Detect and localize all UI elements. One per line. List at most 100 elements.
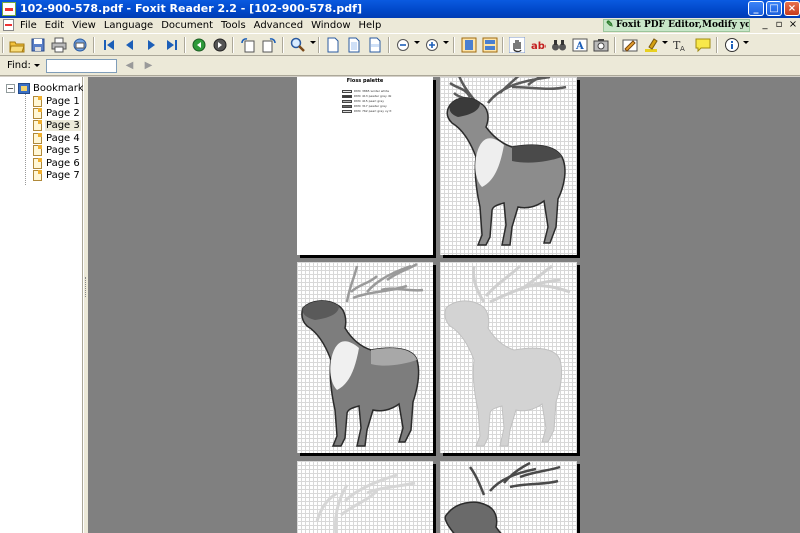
bookmarks-book-icon — [18, 82, 30, 94]
zoom-dropdown-arrow[interactable] — [310, 41, 316, 44]
toolbar-separator — [453, 37, 455, 53]
find-previous-button[interactable]: ◀ — [122, 59, 137, 73]
save-icon[interactable] — [30, 37, 46, 53]
highlight-icon[interactable] — [643, 37, 659, 53]
find-bar: Find: ◀ ▶ — [0, 56, 800, 76]
toolbar-separator — [232, 37, 234, 53]
find-input[interactable] — [46, 59, 117, 73]
hand-tool-icon[interactable] — [509, 37, 525, 53]
page-thumbnail-deer-full[interactable] — [440, 77, 577, 255]
palette-swatch — [342, 109, 352, 113]
deer-pattern-tones — [301, 262, 424, 447]
collapse-toggle[interactable]: − — [6, 83, 15, 93]
menu-tools[interactable]: Tools — [217, 18, 250, 33]
rotate-right-icon[interactable] — [261, 37, 277, 53]
next-page-icon[interactable] — [143, 37, 159, 53]
document-view[interactable]: Floss palette DMC 3865 winter white DMC 4… — [88, 77, 800, 533]
bookmark-item[interactable]: Page 3 — [33, 120, 81, 132]
toolbar-separator — [388, 37, 390, 53]
fit-page-icon[interactable] — [346, 37, 362, 53]
menu-window[interactable]: Window — [307, 18, 354, 33]
pen-icon[interactable] — [622, 37, 638, 53]
bookmark-item[interactable]: Page 7 — [33, 169, 81, 181]
menu-edit[interactable]: Edit — [41, 18, 68, 33]
find-label: Find: — [7, 60, 31, 71]
tree-connector-line — [25, 94, 26, 185]
find-options-dropdown[interactable] — [34, 64, 40, 67]
deer-head-pattern — [444, 461, 561, 533]
bookmark-item[interactable]: Page 5 — [33, 145, 81, 157]
palette-entry: DMC 3865 winter white — [342, 89, 391, 93]
first-page-icon[interactable] — [101, 37, 117, 53]
toolbar-separator — [614, 37, 616, 53]
doc-close-button[interactable]: × — [786, 18, 800, 33]
bookmarks-root[interactable]: − Bookmarks — [6, 82, 89, 94]
doc-minimize-button[interactable]: _ — [758, 18, 772, 33]
palette-entry: DMC 762 pearl gray vy lt — [342, 109, 391, 113]
palette-entry: DMC 413 pewter gray dk — [342, 94, 391, 98]
bookmark-page-icon — [33, 107, 42, 119]
menu-items: File Edit View Language Document Tools Advance… — [16, 18, 385, 33]
zoom-icon[interactable] — [290, 37, 306, 53]
open-icon[interactable] — [9, 37, 25, 53]
email-icon[interactable] — [72, 37, 88, 53]
svg-text:A: A — [680, 45, 685, 53]
close-button[interactable]: × — [784, 1, 800, 16]
doc-restore-button[interactable]: ▫ — [772, 18, 786, 33]
menu-view[interactable]: View — [68, 18, 100, 33]
zoom-in-icon[interactable] — [424, 37, 440, 53]
bookmark-item[interactable]: Page 2 — [33, 107, 81, 119]
find-icon[interactable] — [551, 37, 567, 53]
rotate-left-icon[interactable] — [240, 37, 256, 53]
palette-swatch — [342, 99, 352, 103]
fit-width-icon[interactable] — [367, 37, 383, 53]
text-markup-icon[interactable]: TA — [672, 37, 688, 53]
menu-help[interactable]: Help — [355, 18, 386, 33]
menu-advanced[interactable]: Advanced — [250, 18, 307, 33]
zoom-out-dropdown-arrow[interactable] — [414, 41, 420, 44]
bookmark-item[interactable]: Page 6 — [33, 157, 81, 169]
minimize-button[interactable]: _ — [748, 1, 764, 16]
palette-entry-text: DMC 413 pewter gray dk — [354, 94, 392, 98]
single-page-icon[interactable] — [461, 37, 477, 53]
previous-page-icon[interactable] — [122, 37, 138, 53]
zoom-out-icon[interactable] — [395, 37, 411, 53]
typewriter-icon[interactable]: A — [572, 37, 588, 53]
bookmark-label: Page 3 — [45, 120, 81, 132]
note-icon[interactable] — [695, 37, 711, 53]
zoom-in-dropdown-arrow[interactable] — [443, 41, 449, 44]
page-thumbnail-deer-tones[interactable] — [297, 262, 433, 453]
info-icon[interactable] — [724, 37, 740, 53]
snapshot-icon[interactable] — [593, 37, 609, 53]
go-back-icon[interactable] — [191, 37, 207, 53]
foxit-editor-ad[interactable]: Foxit PDF Editor,Modify your PDF! — [603, 19, 750, 32]
menu-document[interactable]: Document — [157, 18, 217, 33]
info-dropdown-arrow[interactable] — [743, 41, 749, 44]
bookmark-item[interactable]: Page 1 — [33, 95, 81, 107]
foxit-app-icon[interactable] — [2, 2, 16, 16]
bookmark-item[interactable]: Page 4 — [33, 132, 81, 144]
bookmarks-root-label: Bookmarks — [33, 82, 89, 94]
select-text-icon[interactable]: abc — [530, 37, 546, 53]
actual-size-icon[interactable] — [325, 37, 341, 53]
bookmark-page-icon — [33, 95, 42, 107]
find-next-button[interactable]: ▶ — [141, 59, 156, 73]
document-icon[interactable] — [3, 19, 14, 31]
print-icon[interactable] — [51, 37, 67, 53]
toolbar-separator — [184, 37, 186, 53]
window-title: 102-900-578.pdf - Foxit Reader 2.2 - [10… — [20, 2, 362, 15]
menu-file[interactable]: File — [16, 18, 41, 33]
deer-pattern-faint — [444, 264, 571, 447]
maximize-button[interactable]: □ — [766, 1, 782, 16]
page-thumbnail-deer-head[interactable] — [440, 461, 577, 533]
menu-language[interactable]: Language — [100, 18, 157, 33]
page-thumbnail-floss-palette[interactable]: Floss palette DMC 3865 winter white DMC 4… — [297, 77, 433, 255]
highlight-dropdown-arrow[interactable] — [662, 41, 668, 44]
page-thumbnail-antlers-faint[interactable] — [297, 461, 433, 533]
splitter-grip[interactable] — [85, 277, 87, 297]
bookmark-label: Page 4 — [46, 132, 80, 144]
continuous-page-icon[interactable] — [482, 37, 498, 53]
page-thumbnail-deer-faint[interactable] — [440, 262, 577, 453]
go-forward-icon[interactable] — [212, 37, 228, 53]
last-page-icon[interactable] — [164, 37, 180, 53]
